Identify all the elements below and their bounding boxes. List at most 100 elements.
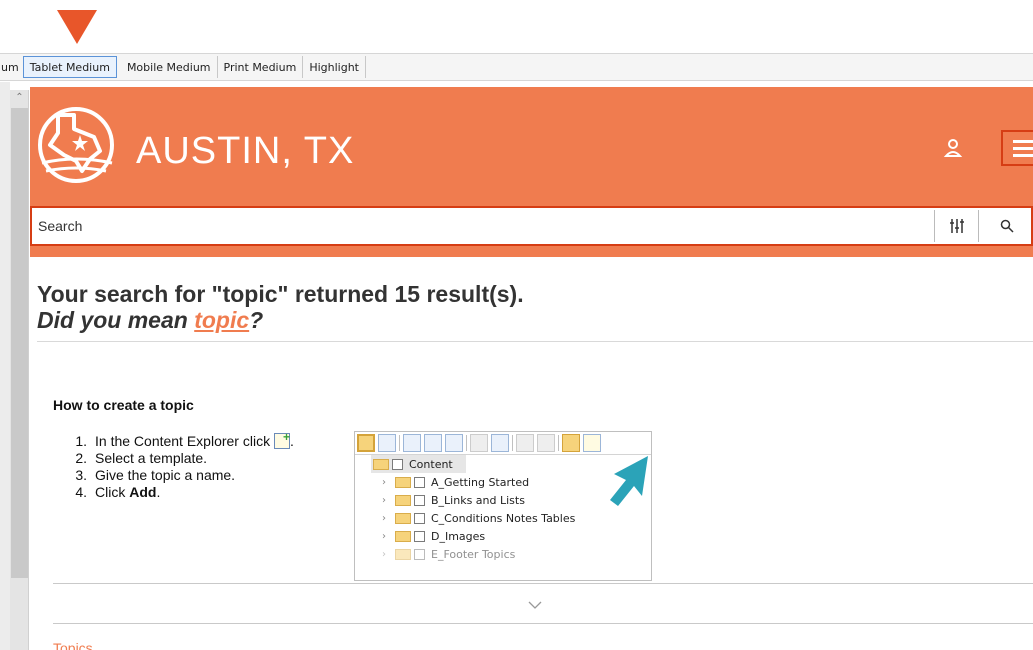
checkbox-icon xyxy=(414,512,425,524)
chevron-right-icon: › xyxy=(382,512,386,524)
copy-toolbar-icon xyxy=(537,434,555,452)
collapse-toolbar-icon xyxy=(424,434,442,452)
tab-partial[interactable]: um xyxy=(0,56,23,78)
tree-label: Content xyxy=(409,457,453,471)
folder-icon xyxy=(373,458,389,470)
step-item: 2. Select a template. xyxy=(65,450,294,467)
menu-bar xyxy=(1013,154,1033,157)
tree-label: D_Images xyxy=(431,529,486,543)
tab-mobile-medium[interactable]: Mobile Medium xyxy=(121,56,218,78)
step-number: 4. xyxy=(75,484,87,500)
checkbox-icon xyxy=(414,476,425,488)
search-result-card: How to create a topic 1. In the Content E… xyxy=(37,357,1033,650)
tree-label: E_Footer Topics xyxy=(431,547,516,561)
tree-root: Content xyxy=(371,455,466,473)
result-title[interactable]: How to create a topic xyxy=(53,397,194,413)
tree-item: › D_Images xyxy=(355,527,651,545)
folder-icon xyxy=(395,530,411,542)
chevron-right-icon: › xyxy=(382,494,386,506)
tab-label: um xyxy=(1,60,19,74)
search-icon xyxy=(1000,219,1014,233)
folder-icon xyxy=(395,512,411,524)
tab-label: Mobile Medium xyxy=(126,60,211,74)
step-list: 1. In the Content Explorer click . 2. Sele… xyxy=(65,429,294,501)
vertical-scrollbar[interactable]: ⌃ xyxy=(10,90,29,650)
did-you-mean-link[interactable]: topic xyxy=(194,307,249,333)
divider xyxy=(37,341,1033,342)
explorer-toolbar xyxy=(355,432,651,455)
tab-highlight[interactable]: Highlight xyxy=(303,56,366,78)
did-you-mean-suffix: ? xyxy=(249,307,264,333)
step-text: Give the topic a name. xyxy=(95,467,236,483)
site-title[interactable]: AUSTIN, TX xyxy=(136,130,354,173)
checkbox-icon xyxy=(414,548,425,560)
step-text: . xyxy=(156,484,161,500)
hamburger-menu-button[interactable] xyxy=(1001,130,1033,166)
step-item: 1. In the Content Explorer click . xyxy=(65,429,294,450)
texas-logo-icon[interactable] xyxy=(36,99,118,185)
step-bold: Add xyxy=(129,484,157,500)
topics-link[interactable]: Topics xyxy=(53,640,93,650)
toolbar-separator xyxy=(512,435,513,451)
refresh-toolbar-icon xyxy=(491,434,509,452)
view-toolbar-icon xyxy=(378,434,396,452)
user-icon[interactable] xyxy=(941,136,965,160)
medium-tab-bar: um Tablet Medium Mobile Medium Print Med… xyxy=(0,53,1033,81)
open-toolbar-icon xyxy=(516,434,534,452)
tree-label: A_Getting Started xyxy=(431,475,530,489)
left-gutter xyxy=(0,82,10,650)
step-text: In the Content Explorer click xyxy=(95,433,271,449)
tree-label: B_Links and Lists xyxy=(431,493,525,507)
expand-toolbar-icon xyxy=(403,434,421,452)
step-item: 4. Click Add. xyxy=(65,484,294,501)
new-topic-icon xyxy=(273,429,290,449)
toolbar-separator xyxy=(466,435,467,451)
folder-icon xyxy=(395,548,411,560)
chevron-down-icon[interactable] xyxy=(527,599,543,611)
tab-label: Tablet Medium xyxy=(29,60,110,74)
checkbox-icon xyxy=(414,494,425,506)
scrollbar-thumb[interactable] xyxy=(11,108,28,578)
search-input[interactable] xyxy=(36,208,926,244)
tab-label: Highlight xyxy=(309,60,359,74)
step-item: 3. Give the topic a name. xyxy=(65,467,294,484)
tree-item: › E_Footer Topics xyxy=(355,545,651,563)
step-text: . xyxy=(289,433,294,449)
divider xyxy=(53,623,1033,624)
step-number: 3. xyxy=(75,467,87,483)
tab-print-medium[interactable]: Print Medium xyxy=(218,56,304,78)
toolbar-separator xyxy=(558,435,559,451)
folder-icon xyxy=(395,476,411,488)
tab-tablet-medium[interactable]: Tablet Medium xyxy=(22,56,117,78)
did-you-mean-prefix: Did you mean xyxy=(37,307,195,333)
chevron-right-icon: › xyxy=(382,548,386,560)
menu-bar xyxy=(1013,147,1033,150)
toolbar-separator xyxy=(399,435,400,451)
scroll-up-icon[interactable]: ⌃ xyxy=(10,90,29,106)
search-filter-button[interactable] xyxy=(934,210,978,242)
grid-toolbar-icon xyxy=(445,434,463,452)
checkbox-icon xyxy=(392,458,403,470)
new-topic-toolbar-icon xyxy=(583,434,601,452)
step-text: Select a template. xyxy=(95,450,208,466)
search-button[interactable] xyxy=(978,210,1033,242)
folder-icon xyxy=(395,494,411,506)
divider xyxy=(53,583,1033,584)
menu-bar xyxy=(1013,140,1033,143)
callout-arrow-icon xyxy=(57,10,97,44)
tab-label: Print Medium xyxy=(223,60,297,74)
tree-label: C_Conditions Notes Tables xyxy=(431,511,576,525)
folder-toolbar-icon xyxy=(357,434,375,452)
step-number: 1. xyxy=(75,433,87,449)
checkbox-icon xyxy=(414,530,425,542)
step-text: Click xyxy=(95,484,130,500)
step-number: 2. xyxy=(75,450,87,466)
did-you-mean: Did you mean topic? xyxy=(37,307,263,334)
content-explorer-screenshot: Content › A_Getting Started › B_Links and … xyxy=(354,431,652,581)
filter-sliders-icon xyxy=(949,219,964,233)
chevron-right-icon: › xyxy=(382,530,386,542)
teal-pointer-arrow-icon xyxy=(610,456,648,506)
search-results-heading: Your search for "topic" returned 15 resu… xyxy=(37,281,524,307)
tools-toolbar-icon xyxy=(470,434,488,452)
chevron-right-icon: › xyxy=(382,476,386,488)
